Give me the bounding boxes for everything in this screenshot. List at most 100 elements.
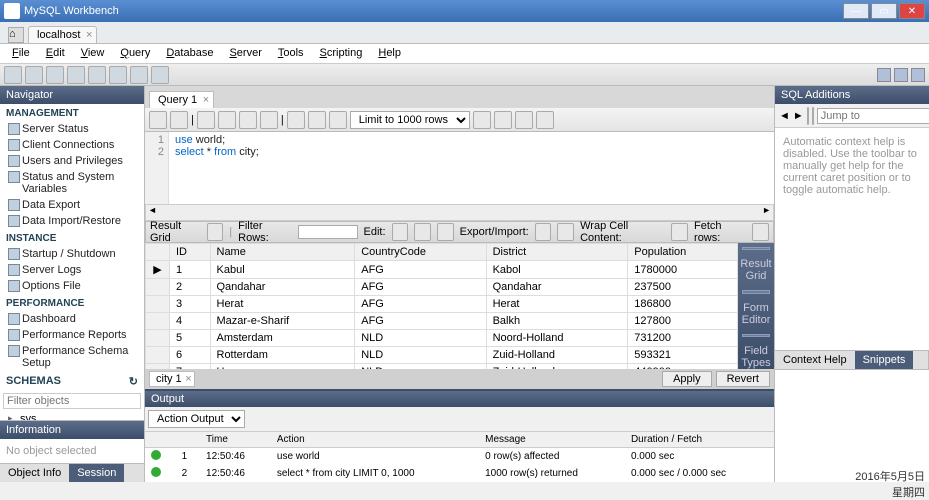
- tab-snippets[interactable]: Snippets: [855, 351, 914, 369]
- menu-help[interactable]: Help: [370, 44, 409, 63]
- edit-icon[interactable]: [437, 223, 454, 241]
- beautify-icon[interactable]: [473, 111, 491, 129]
- menu-scripting[interactable]: Scripting: [312, 44, 371, 63]
- wrap-icon[interactable]: [671, 223, 688, 241]
- table-row[interactable]: 4Mazar-e-SharifAFGBalkh127800: [146, 313, 738, 330]
- tab-context-help[interactable]: Context Help: [775, 351, 855, 369]
- sql-editor[interactable]: 1 2 use world; select * from city;: [145, 132, 774, 204]
- output-row[interactable]: 212:50:46select * from city LIMIT 0, 100…: [145, 465, 774, 482]
- nav-dashboard[interactable]: Dashboard: [0, 311, 144, 327]
- back-icon[interactable]: ◄: [779, 110, 790, 122]
- menu-server[interactable]: Server: [221, 44, 269, 63]
- table-row[interactable]: ▶1KabulAFGKabol1780000: [146, 261, 738, 279]
- connection-tab[interactable]: localhost ×: [28, 26, 97, 43]
- menu-database[interactable]: Database: [158, 44, 221, 63]
- schema-sys[interactable]: sys: [6, 412, 144, 420]
- maximize-button[interactable]: ▭: [871, 3, 897, 19]
- forward-icon[interactable]: ►: [793, 110, 804, 122]
- toolbar-button[interactable]: [67, 66, 85, 84]
- nav-server-status[interactable]: Server Status: [0, 121, 144, 137]
- column-header[interactable]: [146, 244, 170, 261]
- column-header[interactable]: Name: [210, 244, 355, 261]
- menu-edit[interactable]: Edit: [38, 44, 73, 63]
- edit-icon[interactable]: [414, 223, 431, 241]
- close-icon[interactable]: ×: [185, 373, 191, 385]
- toolbar-button[interactable]: [4, 66, 22, 84]
- nav-data-import[interactable]: Data Import/Restore: [0, 213, 144, 229]
- minimize-button[interactable]: —: [843, 3, 869, 19]
- find-icon[interactable]: [494, 111, 512, 129]
- menu-tools[interactable]: Tools: [270, 44, 312, 63]
- nav-startup-shutdown[interactable]: Startup / Shutdown: [0, 246, 144, 262]
- save-icon[interactable]: [170, 111, 188, 129]
- result-table[interactable]: IDNameCountryCodeDistrictPopulation▶1Kab…: [145, 243, 738, 369]
- nav-users-privileges[interactable]: Users and Privileges: [0, 153, 144, 169]
- stop-icon[interactable]: [260, 111, 278, 129]
- column-header[interactable]: ID: [170, 244, 211, 261]
- form-editor-button[interactable]: [742, 290, 770, 293]
- close-button[interactable]: ✕: [899, 3, 925, 19]
- toolbar-button[interactable]: [109, 66, 127, 84]
- commit-icon[interactable]: [287, 111, 305, 129]
- limit-select[interactable]: Limit to 1000 rows: [350, 111, 470, 129]
- autocommit-icon[interactable]: [329, 111, 347, 129]
- rollback-icon[interactable]: [308, 111, 326, 129]
- panel-toggle-button[interactable]: [894, 68, 908, 82]
- export-icon[interactable]: [535, 223, 552, 241]
- explain-icon[interactable]: [239, 111, 257, 129]
- result-tab[interactable]: city 1 ×: [149, 371, 195, 387]
- nav-options-file[interactable]: Options File: [0, 278, 144, 294]
- menu-query[interactable]: Query: [112, 44, 158, 63]
- close-icon[interactable]: ×: [203, 94, 209, 106]
- execute-current-icon[interactable]: [218, 111, 236, 129]
- column-header[interactable]: CountryCode: [355, 244, 486, 261]
- table-row[interactable]: 3HeratAFGHerat186800: [146, 296, 738, 313]
- editor-hscrollbar[interactable]: [145, 204, 774, 221]
- table-row[interactable]: 5AmsterdamNLDNoord-Holland731200: [146, 330, 738, 347]
- nav-client-connections[interactable]: Client Connections: [0, 137, 144, 153]
- column-header[interactable]: District: [486, 244, 628, 261]
- toolbar-button[interactable]: [25, 66, 43, 84]
- home-tab-icon[interactable]: ⌂: [8, 27, 24, 43]
- nav-perf-schema[interactable]: Performance Schema Setup: [0, 343, 144, 371]
- output-type-select[interactable]: Action Output: [148, 410, 245, 428]
- table-row[interactable]: 2QandaharAFGQandahar237500: [146, 279, 738, 296]
- result-grid-button[interactable]: [742, 247, 770, 250]
- toolbar-button[interactable]: [151, 66, 169, 84]
- output-row[interactable]: 112:50:46use world0 row(s) affected0.000…: [145, 448, 774, 466]
- apply-button[interactable]: Apply: [662, 371, 712, 387]
- table-row[interactable]: 6RotterdamNLDZuid-Holland593321: [146, 347, 738, 364]
- open-file-icon[interactable]: [149, 111, 167, 129]
- field-types-button[interactable]: [742, 334, 770, 337]
- invisible-icon[interactable]: [515, 111, 533, 129]
- execute-icon[interactable]: [197, 111, 215, 129]
- close-icon[interactable]: ×: [86, 29, 92, 41]
- query-tab[interactable]: Query 1 ×: [149, 91, 214, 108]
- wrap-icon[interactable]: [536, 111, 554, 129]
- nav-data-export[interactable]: Data Export: [0, 197, 144, 213]
- panel-toggle-button[interactable]: [911, 68, 925, 82]
- menu-view[interactable]: View: [73, 44, 113, 63]
- auto-help-icon[interactable]: [812, 107, 814, 125]
- fetch-icon[interactable]: [752, 223, 769, 241]
- grid-icon[interactable]: [207, 223, 224, 241]
- refresh-icon[interactable]: ↻: [129, 375, 138, 388]
- panel-toggle-button[interactable]: [877, 68, 891, 82]
- edit-icon[interactable]: [392, 223, 409, 241]
- tab-session[interactable]: Session: [69, 464, 124, 482]
- nav-perf-reports[interactable]: Performance Reports: [0, 327, 144, 343]
- toolbar-button[interactable]: [46, 66, 64, 84]
- nav-status-variables[interactable]: Status and System Variables: [0, 169, 144, 197]
- schema-filter-input[interactable]: [3, 393, 141, 409]
- column-header[interactable]: Population: [628, 244, 738, 261]
- jump-input[interactable]: [817, 108, 929, 124]
- toolbar-button[interactable]: [130, 66, 148, 84]
- toolbar-button[interactable]: [88, 66, 106, 84]
- tab-object-info[interactable]: Object Info: [0, 464, 69, 482]
- import-icon[interactable]: [557, 223, 574, 241]
- nav-server-logs[interactable]: Server Logs: [0, 262, 144, 278]
- menu-file[interactable]: File: [4, 44, 38, 63]
- help-icon[interactable]: [807, 107, 809, 125]
- revert-button[interactable]: Revert: [716, 371, 770, 387]
- filter-input[interactable]: [298, 225, 358, 239]
